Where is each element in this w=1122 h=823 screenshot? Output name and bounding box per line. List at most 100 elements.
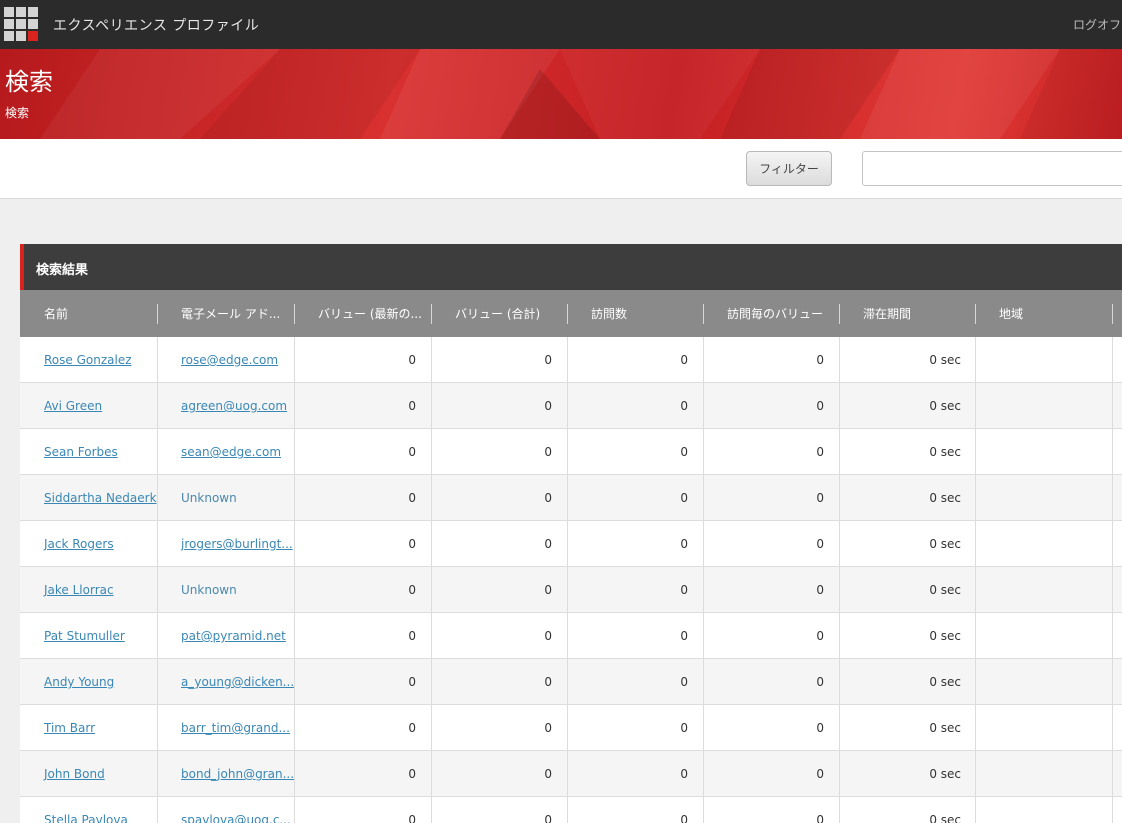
cell-duration-text: 0 sec [929,445,961,459]
cell-email-text[interactable]: sean@edge.com [181,445,281,459]
cell-region [976,659,1113,705]
cell-email-text[interactable]: bond_john@gran... [181,767,294,781]
cell-visits: 0 [568,705,704,751]
cell-name: Stella Pavlova [20,797,158,823]
cell-email-text[interactable]: a_young@dicken... [181,675,294,689]
cell-name-text[interactable]: Andy Young [44,675,114,689]
cell-region [976,337,1113,383]
column-divider[interactable] [431,304,432,324]
cell-value-per-visit-text: 0 [816,583,824,597]
table-row[interactable]: Jack Rogers jrogers@burlingt... 0 0 0 0 0 sec [20,521,1122,567]
table-row[interactable]: Sean Forbes sean@edge.com 0 0 0 0 0 sec [20,429,1122,475]
cell-email: pat@pyramid.net [158,613,295,659]
cell-email-text[interactable]: pat@pyramid.net [181,629,286,643]
cell-value-latest: 0 [295,521,432,567]
cell-name-text[interactable]: Tim Barr [44,721,95,735]
cell-name-text[interactable]: Jake Llorrac [44,583,114,597]
table-row[interactable]: Andy Young a_young@dicken... 0 0 0 0 0 sec [20,659,1122,705]
cell-value-total-text: 0 [544,583,552,597]
cell-duration: 0 sec [840,751,976,797]
search-input[interactable] [862,151,1122,186]
cell-email-text: Unknown [181,583,237,597]
cell-value-per-visit: 0 [704,797,840,823]
table-row[interactable]: Tim Barr barr_tim@grand... 0 0 0 0 0 sec [20,705,1122,751]
cell-name-text[interactable]: Jack Rogers [44,537,114,551]
cell-value-per-visit: 0 [704,521,840,567]
column-header-duration[interactable]: 滞在期間 [863,290,977,337]
logout-link[interactable]: ログオフ [1073,16,1121,33]
cell-value-per-visit: 0 [704,429,840,475]
column-divider[interactable] [839,304,840,324]
column-divider[interactable] [703,304,704,324]
cell-value-per-visit: 0 [704,751,840,797]
column-divider[interactable] [567,304,568,324]
column-header-visits[interactable]: 訪問数 [591,290,705,337]
cell-name-text[interactable]: Avi Green [44,399,102,413]
cell-value-latest-text: 0 [408,767,416,781]
column-header-value-total[interactable]: バリュー (合計) [455,290,569,337]
cell-name: Andy Young [20,659,158,705]
page-title: 検索 [5,68,53,96]
column-header-name[interactable]: 名前 [44,290,164,337]
table-row[interactable]: Rose Gonzalez rose@edge.com 0 0 0 0 0 sec [20,337,1122,383]
cell-duration-text: 0 sec [929,629,961,643]
cell-name-text[interactable]: Rose Gonzalez [44,353,132,367]
cell-value-per-visit-text: 0 [816,767,824,781]
cell-email: spavlova@uog.c... [158,797,295,823]
cell-value-latest-text: 0 [408,813,416,823]
app-grid-icon[interactable] [4,7,38,41]
cell-value-total: 0 [432,383,568,429]
cell-visits-text: 0 [680,537,688,551]
cell-visits: 0 [568,429,704,475]
cell-value-per-visit-text: 0 [816,813,824,823]
column-header-value-latest[interactable]: バリュー (最新の... [318,290,432,337]
column-header-region[interactable]: 地域 [999,290,1113,337]
cell-email-text: Unknown [181,491,237,505]
cell-visits: 0 [568,659,704,705]
cell-name-text[interactable]: Siddartha Nedaerk [44,491,157,505]
cell-value-total: 0 [432,475,568,521]
cell-value-total-text: 0 [544,767,552,781]
cell-email-text[interactable]: rose@edge.com [181,353,278,367]
column-divider[interactable] [157,304,158,324]
cell-region [976,567,1113,613]
cell-email-text[interactable]: agreen@uog.com [181,399,287,413]
cell-visits-text: 0 [680,629,688,643]
cell-value-per-visit: 0 [704,383,840,429]
table-row[interactable]: John Bond bond_john@gran... 0 0 0 0 0 sec [20,751,1122,797]
cell-duration: 0 sec [840,659,976,705]
table-row[interactable]: Pat Stumuller pat@pyramid.net 0 0 0 0 0 sec [20,613,1122,659]
cell-value-total-text: 0 [544,675,552,689]
table-row[interactable]: Stella Pavlova spavlova@uog.c... 0 0 0 0 0 sec [20,797,1122,823]
column-divider[interactable] [294,304,295,324]
cell-name-text[interactable]: John Bond [44,767,105,781]
cell-duration-text: 0 sec [929,767,961,781]
cell-name-text[interactable]: Sean Forbes [44,445,118,459]
cell-name-text[interactable]: Stella Pavlova [44,813,128,823]
cell-duration-text: 0 sec [929,491,961,505]
cell-email: agreen@uog.com [158,383,295,429]
cell-value-total: 0 [432,705,568,751]
cell-value-latest: 0 [295,475,432,521]
column-divider[interactable] [1112,304,1113,324]
cell-value-latest: 0 [295,567,432,613]
cell-value-total-text: 0 [544,399,552,413]
column-header-value-per-visit[interactable]: 訪問毎のバリュー [727,290,841,337]
breadcrumb[interactable]: 検索 [5,104,29,121]
cell-visits-text: 0 [680,721,688,735]
cell-email-text[interactable]: jrogers@burlingt... [181,537,293,551]
cell-value-latest: 0 [295,797,432,823]
cell-duration-text: 0 sec [929,813,961,823]
column-divider[interactable] [975,304,976,324]
cell-value-per-visit: 0 [704,567,840,613]
table-row[interactable]: Avi Green agreen@uog.com 0 0 0 0 0 sec [20,383,1122,429]
filter-button[interactable]: フィルター [746,151,832,186]
cell-email-text[interactable]: barr_tim@grand... [181,721,290,735]
cell-value-latest: 0 [295,383,432,429]
cell-name-text[interactable]: Pat Stumuller [44,629,125,643]
table-row[interactable]: Jake Llorrac Unknown 0 0 0 0 0 sec [20,567,1122,613]
cell-visits-text: 0 [680,445,688,459]
cell-email-text[interactable]: spavlova@uog.c... [181,813,291,823]
table-row[interactable]: Siddartha Nedaerk Unknown 0 0 0 0 0 sec [20,475,1122,521]
column-header-email[interactable]: 電子メール アド... [181,290,295,337]
